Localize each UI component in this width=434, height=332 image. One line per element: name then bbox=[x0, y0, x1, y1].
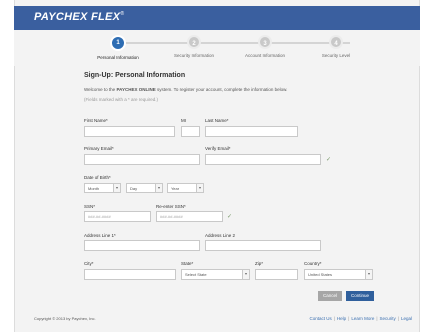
step-2-indicator: 2 bbox=[187, 35, 201, 49]
progress-steps: 1 Personal Information 2 Security Inform… bbox=[14, 30, 420, 66]
mi-label: MI bbox=[181, 118, 186, 123]
step-4-indicator: 4 bbox=[329, 35, 343, 49]
paychex-flex-logo: PAYCHEX FLEX® bbox=[34, 11, 125, 23]
contact-us-link[interactable]: Contact Us bbox=[309, 316, 331, 321]
country-select[interactable]: United States bbox=[304, 269, 373, 280]
verify-email-label: Verify Email* bbox=[205, 146, 231, 151]
chevron-down-icon bbox=[196, 184, 203, 192]
security-link[interactable]: Security bbox=[380, 316, 396, 321]
dob-year-select[interactable]: Year bbox=[167, 183, 204, 193]
copyright: Copyright © 2013 by Paychex, Inc. bbox=[34, 316, 96, 321]
first-name-label: First Name* bbox=[84, 118, 108, 123]
ssn-input[interactable]: ###-##-#### bbox=[84, 211, 151, 222]
state-select[interactable]: Select State bbox=[181, 269, 250, 280]
primary-email-label: Primary Email* bbox=[84, 146, 114, 151]
address-line-1-label: Address Line 1* bbox=[84, 233, 116, 238]
intro-text: Welcome to the PAYCHEX ONLINE system. To… bbox=[84, 87, 288, 92]
step-1-indicator: 1 bbox=[110, 35, 126, 51]
footer: Copyright © 2013 by Paychex, Inc. Contac… bbox=[14, 312, 420, 326]
chevron-down-icon bbox=[365, 270, 372, 279]
verify-email-input[interactable] bbox=[205, 154, 321, 165]
address-line-1-input[interactable] bbox=[84, 240, 200, 251]
page-title: Sign-Up: Personal Information bbox=[84, 72, 186, 79]
help-link[interactable]: Help bbox=[337, 316, 346, 321]
step-2-label: Security Information bbox=[173, 53, 215, 58]
step-3-indicator: 3 bbox=[258, 35, 272, 49]
chevron-down-icon bbox=[113, 184, 120, 192]
mi-input[interactable] bbox=[181, 126, 200, 137]
verify-email-check-icon: ✓ bbox=[326, 157, 332, 163]
state-label: State* bbox=[181, 261, 194, 266]
step-security-information: 2 Security Information bbox=[154, 35, 234, 58]
cancel-button[interactable]: Cancel bbox=[318, 291, 342, 301]
city-input[interactable] bbox=[84, 269, 176, 280]
first-name-input[interactable] bbox=[84, 126, 175, 137]
step-security-level: 4 Security Level bbox=[296, 35, 376, 58]
last-name-label: Last Name* bbox=[205, 118, 229, 123]
continue-button[interactable]: Continue bbox=[346, 291, 374, 301]
chevron-down-icon bbox=[155, 184, 162, 192]
dob-label: Date of Birth* bbox=[84, 175, 111, 180]
header-bar: PAYCHEX FLEX® bbox=[14, 6, 420, 30]
footer-links: Contact Us | Help | Learn More | Security | Lega… bbox=[309, 316, 412, 321]
learn-more-link[interactable]: Learn More bbox=[351, 316, 374, 321]
zip-input[interactable] bbox=[255, 269, 298, 280]
step-4-label: Security Level bbox=[321, 53, 351, 58]
country-label: Country* bbox=[304, 261, 322, 266]
step-personal-information: 1 Personal Information bbox=[78, 35, 158, 60]
legal-link[interactable]: Legal bbox=[401, 316, 412, 321]
ssn-label: SSN* bbox=[84, 204, 96, 209]
required-note: (Fields marked with a * are required.) bbox=[84, 97, 159, 102]
city-label: City* bbox=[84, 261, 94, 266]
primary-email-input[interactable] bbox=[84, 154, 200, 165]
zip-label: Zip* bbox=[255, 261, 264, 266]
chevron-down-icon bbox=[242, 270, 249, 279]
last-name-input[interactable] bbox=[205, 126, 298, 137]
step-3-label: Account Information bbox=[244, 53, 286, 58]
signup-form: Sign-Up: Personal Information Welcome to… bbox=[84, 72, 384, 102]
re-enter-ssn-check-icon: ✓ bbox=[227, 214, 233, 220]
dob-day-select[interactable]: Day bbox=[126, 183, 163, 193]
step-1-label: Personal Information bbox=[97, 55, 139, 60]
re-enter-ssn-input[interactable]: ###-##-#### bbox=[156, 211, 223, 222]
dob-month-select[interactable]: Month bbox=[84, 183, 121, 193]
address-line-2-label: Address Line 2 bbox=[205, 233, 236, 238]
re-enter-ssn-label: Re-enter SSN* bbox=[156, 204, 186, 209]
address-line-2-input[interactable] bbox=[205, 240, 321, 251]
step-account-information: 3 Account Information bbox=[225, 35, 305, 58]
